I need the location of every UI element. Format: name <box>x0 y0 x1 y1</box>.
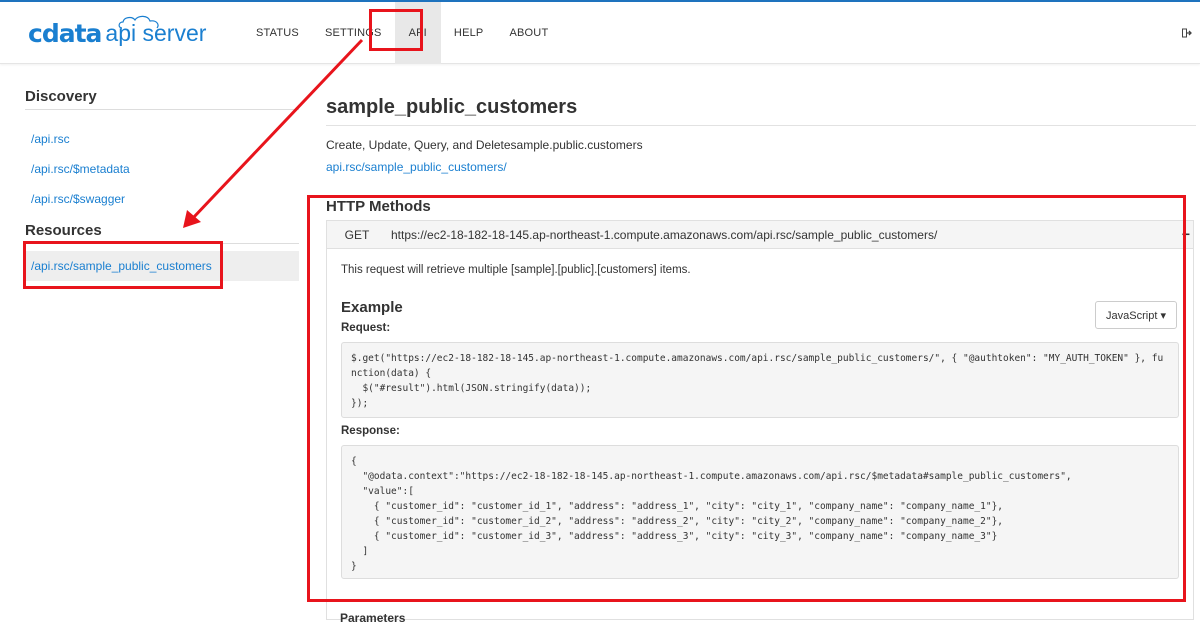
next-section-label: Parameters <box>340 611 406 625</box>
sidebar: Discovery /api.rsc /api.rsc/$metadata /a… <box>25 88 299 281</box>
method-url: https://ec2-18-182-18-145.ap-northeast-1… <box>391 227 938 242</box>
http-method-panel: GET https://ec2-18-182-18-145.ap-northea… <box>326 220 1194 620</box>
method-description: This request will retrieve multiple [sam… <box>341 264 691 276</box>
method-body: This request will retrieve multiple [sam… <box>327 264 1193 579</box>
cloud-icon <box>118 15 159 29</box>
nav-about[interactable]: ABOUT <box>496 2 561 64</box>
response-label: Response: <box>341 425 400 437</box>
request-code-block: $.get("https://ec2-18-182-18-145.ap-nort… <box>341 342 1179 418</box>
top-navbar: cdata api server STATUS SETTINGS API HEL… <box>0 2 1200 64</box>
example-heading: Example <box>341 299 403 316</box>
sidebar-link-swagger[interactable]: /api.rsc/$swagger <box>25 184 299 214</box>
method-header[interactable]: GET https://ec2-18-182-18-145.ap-northea… <box>327 221 1193 249</box>
resource-link[interactable]: api.rsc/sample_public_customers/ <box>326 159 1196 181</box>
main-content: sample_public_customers Create, Update, … <box>326 96 1196 620</box>
sidebar-link-api-rsc[interactable]: /api.rsc <box>25 124 299 154</box>
nav-settings[interactable]: SETTINGS <box>312 2 395 64</box>
http-methods-heading: HTTP Methods <box>326 198 431 215</box>
discovery-heading: Discovery <box>25 88 299 110</box>
resource-description: Create, Update, Query, and Deletesample.… <box>326 138 643 152</box>
cdata-logo[interactable]: cdata api server <box>28 15 206 48</box>
sidebar-link-metadata[interactable]: /api.rsc/$metadata <box>25 154 299 184</box>
request-label: Request: <box>341 322 391 334</box>
response-code-block: { "@odata.context":"https://ec2-18-182-1… <box>341 445 1179 579</box>
nav-api[interactable]: API <box>394 2 441 64</box>
sidebar-link-sample-public-customers[interactable]: /api.rsc/sample_public_customers <box>25 251 299 281</box>
nav-status[interactable]: STATUS <box>243 2 312 64</box>
resources-heading: Resources <box>25 222 299 244</box>
language-dropdown-button[interactable]: JavaScript ▾ <box>1095 301 1177 329</box>
main-nav: STATUS SETTINGS API HELP ABOUT <box>243 2 561 64</box>
sign-out-icon[interactable] <box>1182 28 1192 38</box>
logo-brand-text: cdata <box>28 18 102 48</box>
page-title: sample_public_customers <box>326 96 1196 126</box>
collapse-icon[interactable]: − <box>1182 226 1190 242</box>
method-verb: GET <box>344 227 370 242</box>
nav-help[interactable]: HELP <box>441 2 497 64</box>
